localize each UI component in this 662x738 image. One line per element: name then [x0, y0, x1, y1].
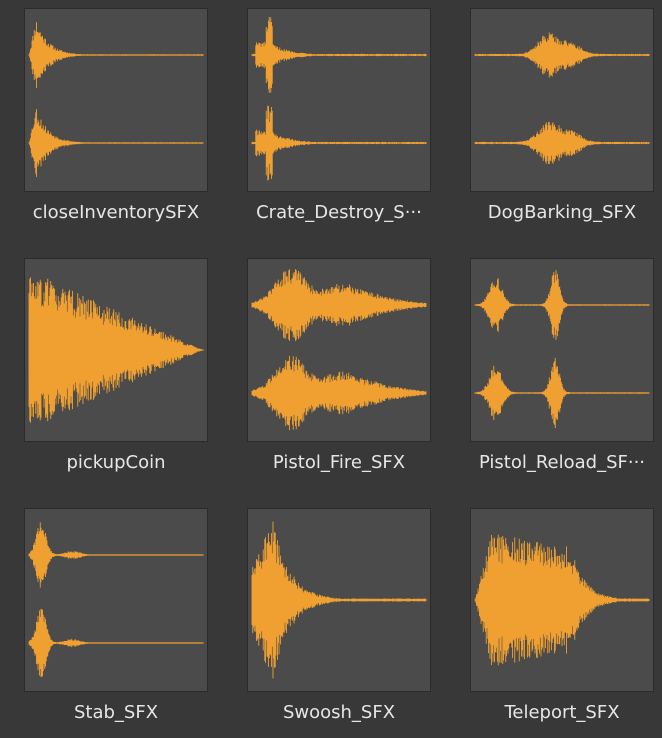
asset-name: Pistol_Fire_SFX: [272, 452, 406, 473]
waveform-thumbnail: [247, 8, 431, 192]
asset-name: closeInventorySFX: [32, 202, 200, 223]
asset-tile[interactable]: Crate_Destroy_S···: [247, 8, 433, 238]
asset-tile[interactable]: Stab_SFX: [24, 508, 210, 738]
waveform-thumbnail: [470, 8, 654, 192]
asset-name: Swoosh_SFX: [282, 702, 396, 723]
waveform-icon: [474, 270, 650, 429]
waveform-thumbnail: [247, 508, 431, 692]
waveform-thumbnail: [24, 258, 208, 442]
waveform-icon: [474, 32, 650, 165]
asset-name: Stab_SFX: [73, 702, 159, 723]
asset-tile[interactable]: Swoosh_SFX: [247, 508, 433, 738]
waveform-thumbnail: [247, 258, 431, 442]
waveform-icon: [474, 534, 650, 666]
asset-name: Crate_Destroy_S···: [256, 202, 422, 223]
waveform-icon: [28, 22, 204, 177]
asset-name: Teleport_SFX: [504, 702, 620, 723]
asset-tile[interactable]: DogBarking_SFX: [470, 8, 656, 238]
asset-tile[interactable]: Pistol_Fire_SFX: [247, 258, 433, 488]
asset-tile[interactable]: Pistol_Reload_SF···: [470, 258, 656, 488]
asset-grid: closeInventorySFX Crate_Destroy_S··· Dog…: [0, 0, 662, 738]
waveform-icon: [28, 277, 204, 423]
asset-tile[interactable]: pickupCoin: [24, 258, 210, 488]
asset-name: Pistol_Reload_SF···: [478, 452, 646, 473]
waveform-icon: [251, 269, 427, 431]
waveform-icon: [251, 521, 427, 679]
waveform-thumbnail: [470, 508, 654, 692]
waveform-thumbnail: [24, 508, 208, 692]
asset-name: pickupCoin: [66, 452, 166, 473]
asset-tile[interactable]: Teleport_SFX: [470, 508, 656, 738]
waveform-icon: [28, 522, 204, 677]
asset-tile[interactable]: closeInventorySFX: [24, 8, 210, 238]
waveform-thumbnail: [24, 8, 208, 192]
asset-name: DogBarking_SFX: [487, 202, 637, 223]
waveform-icon: [251, 17, 427, 181]
waveform-thumbnail: [470, 258, 654, 442]
